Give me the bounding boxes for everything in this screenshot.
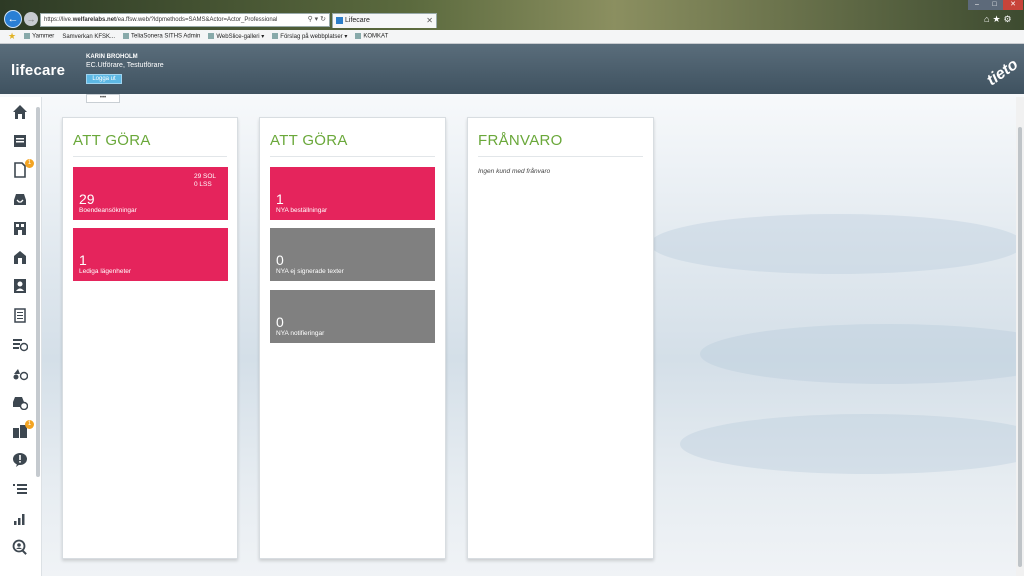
- yammer-icon: [24, 33, 31, 40]
- address-domain: welfarelabs.net: [72, 17, 117, 23]
- tile-label: Boendeansökningar: [79, 207, 137, 214]
- forward-button[interactable]: →: [24, 12, 38, 26]
- favorites-bar: ★ Yammer Samverkan KFSK... TeliaSonera S…: [0, 30, 1024, 44]
- tile-count: 0: [276, 314, 284, 330]
- divider: [478, 156, 643, 157]
- close-tab-icon[interactable]: ✕: [426, 14, 433, 28]
- sidebar-home-icon[interactable]: [11, 103, 29, 121]
- user-name: KARIN BROHOLM: [86, 54, 138, 60]
- tile-extra: 29 SOL 0 LSS: [194, 173, 216, 189]
- sidebar-transport-clock-icon[interactable]: [11, 364, 29, 382]
- more-button[interactable]: •••: [86, 94, 120, 103]
- address-tools[interactable]: ⚲ ▾ ↻: [308, 14, 326, 26]
- sidebar-list-icon[interactable]: [11, 480, 29, 498]
- sidebar-building-list-icon[interactable]: [11, 219, 29, 237]
- scrollbar-thumb[interactable]: [1018, 127, 1022, 567]
- panel-title: ATT GÖRA: [73, 132, 151, 149]
- browser-tools: ⌂★⚙: [984, 14, 1015, 25]
- notification-badge: 1: [25, 420, 34, 429]
- favorites-star-icon[interactable]: ★: [992, 14, 1003, 24]
- address-prefix: https://live.: [44, 17, 73, 23]
- todo-panel-2: ATT GÖRA 1 NYA beställningar 0 NYA ej si…: [259, 117, 446, 559]
- favorite-item[interactable]: TeliaSonera SITHS Admin: [123, 33, 200, 40]
- minimize-button[interactable]: –: [968, 0, 986, 10]
- panel-title: ATT GÖRA: [270, 132, 348, 149]
- sidebar-house-icon[interactable]: [11, 248, 29, 266]
- sidebar-book-icon[interactable]: [11, 132, 29, 150]
- arrow-right-icon: →: [26, 14, 36, 24]
- tile-label: NYA beställningar: [276, 207, 328, 214]
- panel-title: FRÅNVARO: [478, 132, 563, 149]
- page-icon: [355, 33, 362, 40]
- tile-lediga-lagenheter[interactable]: 1 Lediga lägenheter: [73, 228, 228, 281]
- favorite-item[interactable]: Yammer: [24, 33, 54, 40]
- sidebar: 1 1: [0, 97, 42, 576]
- tile-nya-bestallningar[interactable]: 1 NYA beställningar: [270, 167, 435, 220]
- favorite-item[interactable]: Samverkan KFSK...: [62, 34, 115, 40]
- favorite-item[interactable]: WebSlice-galleri ▾: [208, 33, 264, 40]
- address-bar[interactable]: https://live.welfarelabs.net/ea.ffsw.web…: [40, 13, 330, 27]
- tile-label: Lediga lägenheter: [79, 268, 132, 275]
- tile-label: NYA notifieringar: [276, 330, 325, 337]
- sidebar-scrollbar[interactable]: [36, 107, 40, 477]
- tile-count: 0: [276, 252, 284, 268]
- favorite-item[interactable]: KOMKAT: [355, 33, 388, 40]
- sidebar-inbox-clock-icon[interactable]: [11, 393, 29, 411]
- tile-nya-notifieringar[interactable]: 0 NYA notifieringar: [270, 290, 435, 343]
- page-icon: [336, 17, 343, 24]
- back-button[interactable]: ←: [4, 10, 22, 28]
- tile-nya-ej-signerade-texter[interactable]: 0 NYA ej signerade texter: [270, 228, 435, 281]
- brand-logo: tieto: [984, 55, 1022, 90]
- page-icon: [272, 33, 279, 40]
- sidebar-inbox-icon[interactable]: [11, 190, 29, 208]
- browser-titlebar: ← → https://live.welfarelabs.net/ea.ffsw…: [0, 0, 1024, 30]
- page-icon: [208, 33, 215, 40]
- tile-extra-lss: 0 LSS: [193, 181, 212, 188]
- favorites-star-icon[interactable]: ★: [8, 31, 16, 42]
- tab-title: Lifecare: [345, 17, 370, 24]
- tile-count: 1: [79, 252, 87, 268]
- sidebar-building-icon[interactable]: 1: [11, 420, 34, 440]
- background-wave: [680, 414, 1024, 474]
- absence-empty-text: Ingen kund med frånvaro: [478, 168, 551, 175]
- tile-count: 29: [79, 191, 95, 207]
- tile-extra-sol: 29 SOL: [193, 173, 216, 180]
- tile-boendeansokningar[interactable]: 29 SOL 0 LSS 29 Boendeansökningar: [73, 167, 228, 220]
- sidebar-search-person-icon[interactable]: [11, 538, 29, 556]
- todo-panel-1: ATT GÖRA 29 SOL 0 LSS 29 Boendeansökning…: [62, 117, 238, 559]
- address-path: /ea.ffsw.web/?ldpmethods=SAMS&Actor=Acto…: [116, 17, 278, 23]
- page-scrollbar[interactable]: [1016, 97, 1024, 576]
- sidebar-alert-bubble-icon[interactable]: [11, 451, 29, 469]
- tile-label: NYA ej signerade texter: [276, 268, 344, 275]
- divider: [73, 156, 227, 157]
- sidebar-bar-chart-icon[interactable]: [11, 509, 29, 527]
- notification-badge: 1: [25, 159, 34, 168]
- app-header: lifecare KARIN BROHOLM EC.Utförare, Test…: [0, 44, 1024, 94]
- absence-panel: FRÅNVARO Ingen kund med frånvaro: [467, 117, 654, 559]
- background-wave: [700, 324, 1024, 384]
- arrow-left-icon: ←: [7, 13, 19, 25]
- logout-button[interactable]: Logga ut: [86, 74, 122, 84]
- maximize-button[interactable]: □: [986, 0, 1003, 10]
- sidebar-list-clock-icon[interactable]: [11, 335, 29, 353]
- sidebar-document-icon[interactable]: 1: [11, 159, 34, 179]
- gear-icon[interactable]: ⚙: [1004, 14, 1015, 24]
- divider: [270, 156, 435, 157]
- tile-count: 1: [276, 191, 284, 207]
- app-logo: lifecare: [11, 62, 66, 79]
- favorite-item[interactable]: Förslag på webbplatser ▾: [272, 33, 347, 40]
- close-window-button[interactable]: ✕: [1003, 0, 1023, 10]
- page-icon: [123, 33, 129, 40]
- sidebar-contact-card-icon[interactable]: [11, 277, 29, 295]
- sidebar-notepad-icon[interactable]: [11, 306, 29, 324]
- background-wave: [650, 214, 1024, 274]
- user-role: EC.Utförare, Testutförare: [86, 62, 164, 69]
- tab-lifecare[interactable]: Lifecare ✕: [332, 13, 437, 28]
